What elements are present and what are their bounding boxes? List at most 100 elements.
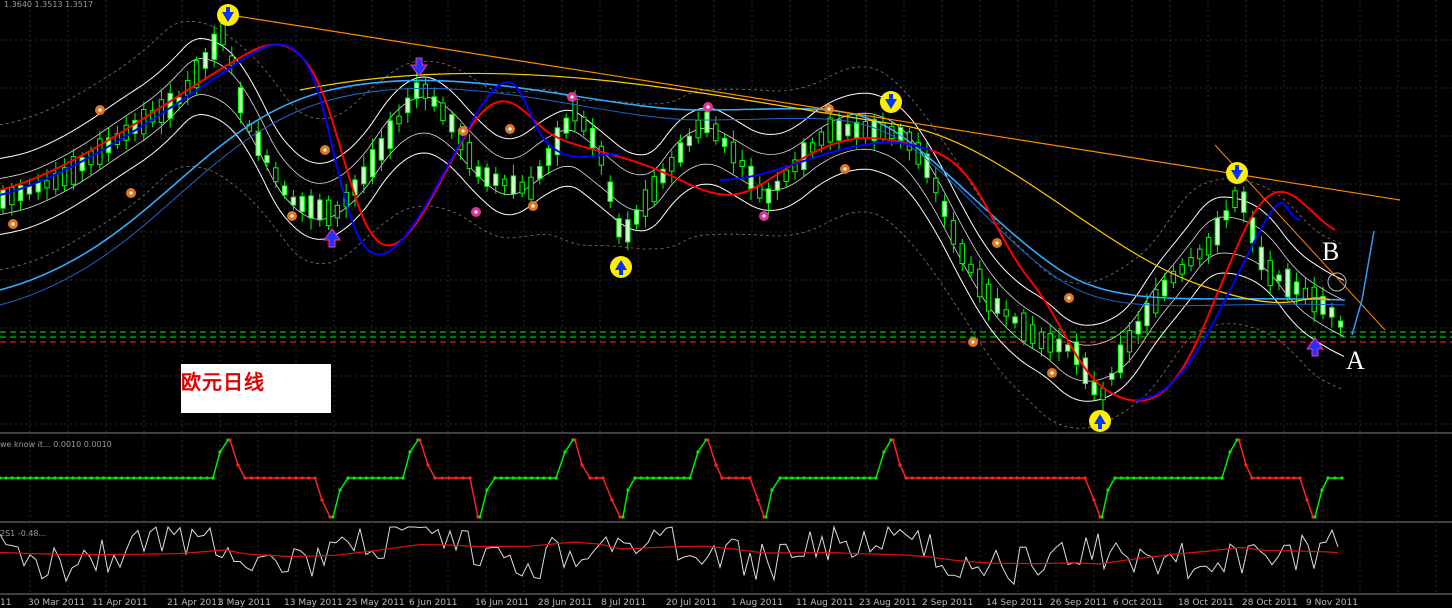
zigzag-dot	[1182, 476, 1186, 480]
time-axis-label: 11 Aug 2011	[796, 598, 854, 608]
zigzag-dot	[454, 476, 458, 480]
zigzag-dot	[748, 476, 752, 480]
time-axis-label: 13 May 2011	[284, 598, 343, 608]
candle-body	[9, 186, 15, 206]
candle-body	[1267, 259, 1273, 287]
point-label-b: B	[1322, 237, 1339, 266]
zigzag-dot	[28, 476, 33, 480]
time-axis-label: 21 Apr 2011	[167, 598, 223, 608]
candle-body	[264, 155, 270, 164]
zigzag-dot	[1015, 476, 1019, 480]
zigzag-dot	[1009, 476, 1013, 480]
candle-body	[1232, 190, 1238, 208]
zigzag-dot	[953, 476, 957, 480]
zigzag-dot	[947, 476, 951, 480]
zigzag-dot	[850, 476, 854, 480]
candle-body	[1329, 307, 1335, 318]
pivot-dot	[458, 126, 468, 136]
candle-body	[959, 243, 965, 265]
zigzag-dot	[0, 476, 2, 480]
candle-body	[1214, 217, 1221, 246]
zigzag-dot	[1092, 498, 1096, 502]
zigzag-dot	[218, 450, 222, 454]
zigzag-dot	[548, 476, 552, 480]
candlesticks[interactable]	[0, 10, 1344, 412]
time-axis-label: 6 Jun 2011	[409, 598, 457, 608]
zigzag-dot	[790, 476, 794, 480]
point-label-a: A	[1346, 346, 1365, 375]
time-axis-label: 1 Aug 2011	[731, 598, 783, 608]
trading-chart[interactable]: 11 30 Mar 2011 11 Apr 2011 21 Apr 20113 May…	[0, 0, 1452, 608]
zigzag-dot	[670, 476, 674, 480]
zigzag-dot	[478, 515, 482, 519]
projection-line	[1351, 230, 1375, 336]
zigzag-dot	[1274, 476, 1278, 480]
zigzag-dot	[844, 476, 848, 480]
pivot-dot	[840, 164, 850, 174]
zigzag-dot	[47, 476, 51, 480]
candle-body	[589, 127, 596, 149]
zigzag-dot	[1292, 476, 1296, 480]
zigzag-dot	[338, 488, 342, 492]
time-axis-label: 30 Mar 2011	[28, 598, 85, 608]
price-level-lines[interactable]	[0, 331, 1452, 343]
pivot-dot-center	[1050, 371, 1054, 375]
candle-body	[862, 121, 869, 139]
candle-body	[396, 115, 402, 125]
zigzag-dot	[1138, 476, 1142, 480]
zigzag-dot	[1320, 488, 1324, 492]
zigzag-dot	[511, 476, 515, 480]
zigzag-dot	[199, 476, 203, 480]
pivot-dot-center	[508, 127, 512, 131]
zigzag-dot	[370, 476, 375, 480]
candle-body	[255, 130, 261, 157]
zigzag-dot	[1151, 476, 1155, 480]
zigzag-dot	[485, 488, 489, 492]
candle-body	[607, 181, 613, 202]
zigzag-dot	[1106, 488, 1110, 492]
zigzag-dot	[243, 476, 247, 480]
candle-body	[704, 111, 710, 134]
candle-body	[369, 149, 376, 178]
zigzag-dot	[978, 476, 982, 480]
zigzag-dot	[1064, 476, 1069, 480]
time-axis-label: 28 Oct 2011	[1242, 598, 1298, 608]
zigzag-dot	[126, 476, 130, 480]
candle-body	[827, 117, 833, 143]
indicator-1-header: we know it... 0.0010 0.0010	[0, 440, 112, 449]
pivot-dot	[126, 188, 136, 198]
sell-arrow-blue-1	[410, 57, 428, 77]
pivot-dot-center	[323, 148, 327, 152]
zigzag-dot	[228, 438, 232, 442]
candle-body	[1223, 210, 1229, 221]
zigzag-dot	[59, 476, 63, 480]
zigzag-dot	[364, 476, 368, 480]
candle-body	[1276, 274, 1282, 282]
candle-body	[994, 298, 1001, 314]
candle-body	[845, 123, 851, 137]
time-axis-label: 11	[0, 598, 11, 608]
zigzag-dot	[440, 476, 444, 480]
candle-body	[1029, 324, 1036, 344]
candle-body	[1197, 248, 1203, 260]
candle-body	[642, 189, 649, 217]
candle-body	[1285, 268, 1291, 298]
zigzag-dot	[395, 476, 399, 480]
zigzag-dot	[65, 476, 69, 480]
zigzag-dot	[408, 450, 412, 454]
zigzag-dot	[53, 476, 57, 480]
pivot-dot-center	[706, 105, 710, 109]
zigzag-dot	[706, 438, 710, 442]
zigzag-dot	[1119, 476, 1123, 480]
zigzag-dot	[727, 476, 731, 480]
zigzag-dot	[882, 450, 886, 454]
candle-body	[686, 135, 693, 147]
zigzag-dot	[891, 438, 895, 442]
candle-body	[774, 180, 781, 191]
candle-body	[1047, 333, 1053, 353]
zigzag-dot	[418, 438, 422, 442]
zigzag-dot	[645, 476, 649, 480]
trend-lines[interactable]	[229, 14, 1401, 331]
candle-body	[422, 83, 429, 99]
candle-body	[1135, 320, 1141, 335]
